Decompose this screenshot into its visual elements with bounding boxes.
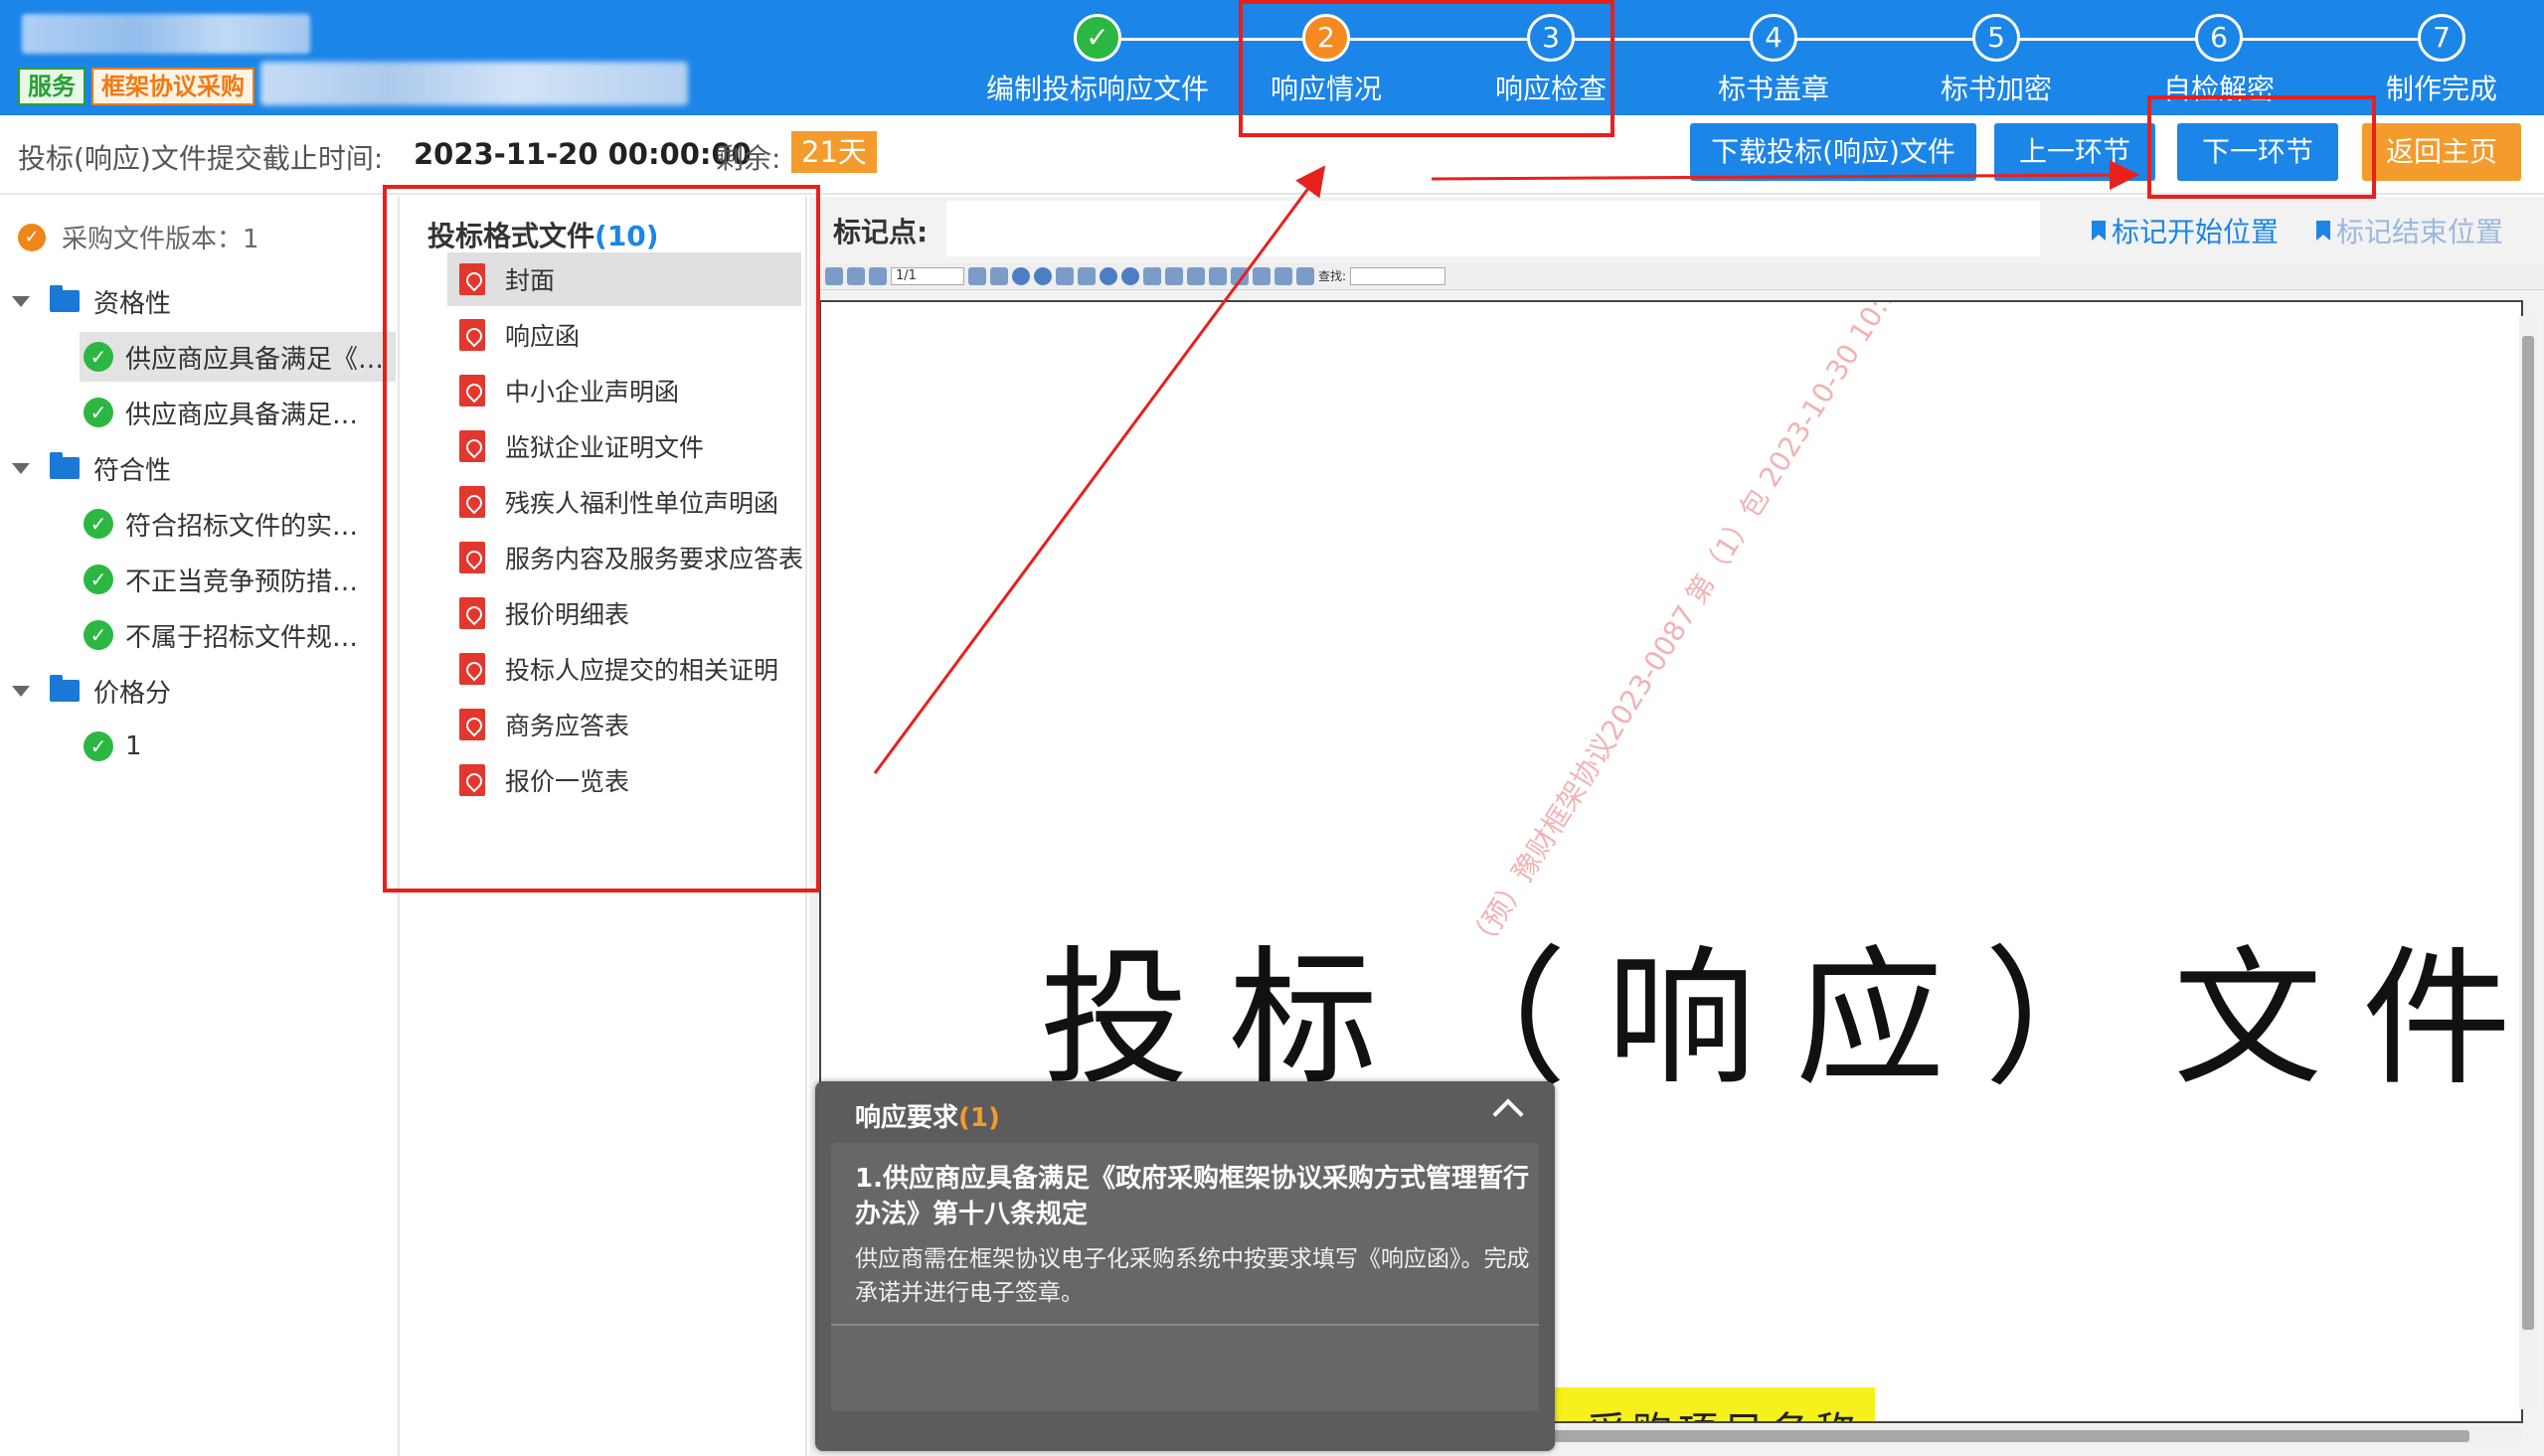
step-number: 6 bbox=[2195, 14, 2243, 62]
step-number: 7 bbox=[2418, 14, 2465, 62]
step-number: 2 bbox=[1302, 14, 1350, 62]
step-number: 4 bbox=[1750, 14, 1797, 62]
check-icon: ✓ bbox=[1074, 14, 1121, 62]
annotation-arrow-right bbox=[1431, 160, 2139, 191]
step-number: 5 bbox=[1972, 14, 2020, 62]
step-number: 3 bbox=[1527, 14, 1575, 62]
annotation-arrows bbox=[873, 160, 2139, 774]
annotation-arrow-up bbox=[873, 165, 1326, 774]
